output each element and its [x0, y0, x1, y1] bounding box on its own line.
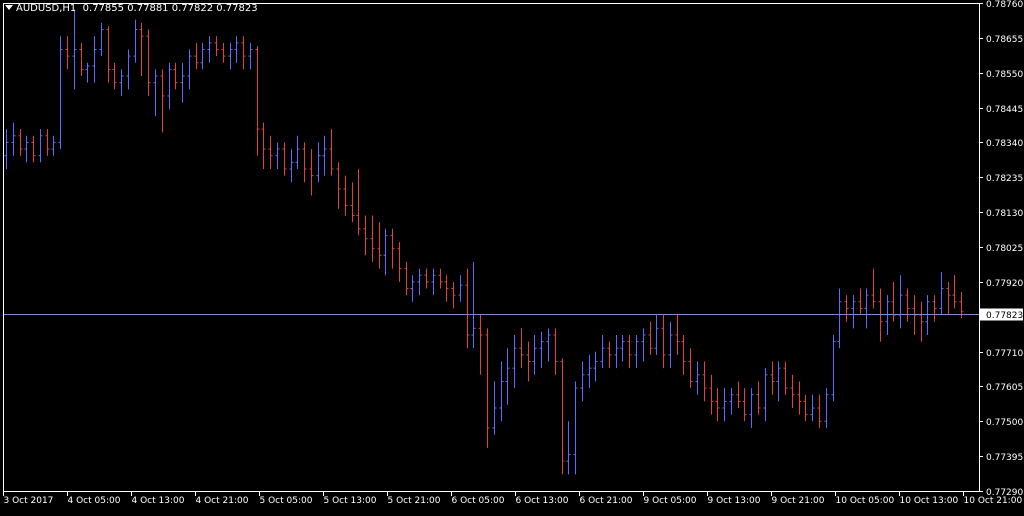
price-tick-label: 0.78760	[986, 0, 1023, 10]
chart-background	[0, 0, 1024, 512]
price-tick-label: 0.78550	[986, 70, 1023, 80]
price-tick-label: 0.78235	[986, 174, 1023, 184]
current-price-label: 0.77823	[986, 311, 1023, 321]
time-tick-label: 3 Oct 2017	[4, 496, 54, 506]
time-tick-label: 5 Oct 05:00	[260, 496, 313, 506]
time-tick-label: 10 Oct 21:00	[964, 496, 1023, 506]
time-tick-label: 4 Oct 13:00	[132, 496, 185, 506]
ohlc-readout: 0.77855 0.77881 0.77822 0.77823	[82, 3, 258, 14]
price-tick-label: 0.77500	[986, 418, 1023, 428]
chart[interactable]: AUDUSD,H1 0.77855 0.77881 0.77822 0.7782…	[0, 0, 1024, 512]
price-tick-label: 0.77605	[986, 383, 1023, 393]
time-tick-label: 9 Oct 05:00	[644, 496, 697, 506]
time-tick-label: 10 Oct 13:00	[900, 496, 959, 506]
time-tick-label: 9 Oct 13:00	[708, 496, 761, 506]
price-tick-label: 0.78655	[986, 35, 1023, 45]
time-tick-label: 5 Oct 13:00	[324, 496, 377, 506]
price-axis[interactable]: 0.78760 0.78655 0.78550 0.78445 0.78340 0.782…	[979, 0, 1023, 498]
price-tick-label: 0.78130	[986, 209, 1023, 219]
price-chart-svg[interactable]: 0.78760 0.78655 0.78550 0.78445 0.78340 0.782…	[0, 0, 1024, 512]
chart-menu-triangle-icon[interactable]	[5, 5, 13, 10]
price-tick-label: 0.78445	[986, 105, 1023, 115]
time-tick-label: 5 Oct 21:00	[388, 496, 441, 506]
price-tick-label: 0.78340	[986, 139, 1023, 149]
time-tick-label: 6 Oct 13:00	[516, 496, 569, 506]
time-tick-label: 4 Oct 05:00	[68, 496, 121, 506]
chart-header: AUDUSD,H1 0.77855 0.77881 0.77822 0.7782…	[5, 3, 258, 14]
time-tick-label: 9 Oct 21:00	[772, 496, 825, 506]
time-tick-label: 10 Oct 05:00	[836, 496, 895, 506]
time-tick-label: 6 Oct 05:00	[452, 496, 505, 506]
time-tick-label: 4 Oct 21:00	[196, 496, 249, 506]
current-price-label-group: 0.77823	[980, 308, 1023, 321]
price-tick-label: 0.77920	[986, 279, 1023, 289]
symbol-timeframe: AUDUSD,H1	[16, 3, 77, 14]
price-tick-label: 0.77395	[986, 453, 1023, 463]
time-tick-label: 6 Oct 21:00	[580, 496, 633, 506]
price-tick-label: 0.78025	[986, 244, 1023, 254]
price-tick-label: 0.77710	[986, 349, 1023, 359]
